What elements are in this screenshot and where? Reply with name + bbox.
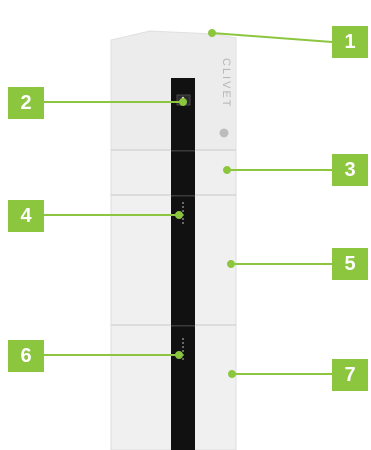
leader-dot-1: [208, 29, 216, 37]
leader-dot-7: [228, 370, 236, 378]
callout-badge-7: 7: [332, 359, 368, 391]
callout-badge-1: 1: [332, 26, 368, 58]
callout-badge-3: 3: [332, 154, 368, 186]
leader-dot-6: [175, 351, 183, 359]
callout-badge-6: 6: [8, 340, 44, 372]
leader-dot-4: [175, 211, 183, 219]
front-strip: [171, 78, 195, 450]
callout-badge-5: 5: [332, 248, 368, 280]
leader-dot-2: [179, 98, 187, 106]
leader-dot-3: [223, 166, 231, 174]
brand-label: CLIVET: [220, 58, 232, 109]
callout-badge-4: 4: [8, 200, 44, 232]
callout-badge-2: 2: [8, 87, 44, 119]
battery-stack-illustration: [42, 29, 333, 450]
leader-dot-5: [227, 260, 235, 268]
